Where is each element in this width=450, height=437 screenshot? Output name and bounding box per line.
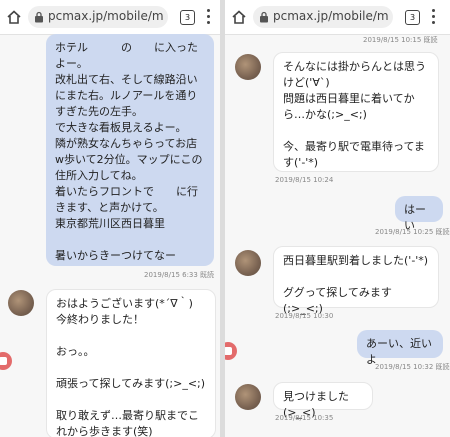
url-text: pcmax.jp/mobile/mail_r xyxy=(273,9,388,23)
message-timestamp: 2019/8/15 10:32 既読 xyxy=(375,363,450,371)
avatar xyxy=(8,290,34,316)
message-bubble-incoming: そんなには掛からんとは思うけど('∀`) 問題は西日暮里に着いてから…かな(;>… xyxy=(273,52,439,172)
home-icon[interactable] xyxy=(6,9,22,25)
overflow-menu-icon[interactable] xyxy=(207,9,211,25)
message-bubble-outgoing: あーい、近いよ xyxy=(357,330,443,366)
lock-icon xyxy=(35,11,43,23)
avatar xyxy=(235,384,261,410)
message-bubble-outgoing: ホテル の に入ったよー。 改札出て右、そして線路沿いにまた右。ルノアールを通り… xyxy=(46,34,214,266)
record-button[interactable] xyxy=(0,352,12,370)
message-timestamp: 2019/8/15 10:30 xyxy=(275,312,334,320)
screenshot-composite: pcmax.jp/mobile/mail_r 3 ホテル の に入ったよー。 改… xyxy=(0,0,450,437)
message-bubble-outgoing: はーい xyxy=(395,196,443,232)
record-button[interactable] xyxy=(225,342,237,360)
tab-switcher-button[interactable]: 3 xyxy=(405,10,420,25)
message-timestamp: 2019/8/15 10:15 既読 xyxy=(363,36,438,44)
camera-icon xyxy=(0,357,7,365)
message-timestamp: 2019/8/15 6:33 既読 xyxy=(144,271,215,279)
url-field[interactable]: pcmax.jp/mobile/mail_r xyxy=(253,6,393,28)
left-phone-screen: pcmax.jp/mobile/mail_r 3 ホテル の に入ったよー。 改… xyxy=(0,0,220,437)
message-bubble-incoming: おはようございます(*´∇｀) 今終わりました！ おっ。。 頑張って探してみます… xyxy=(46,289,216,437)
message-timestamp: 2019/8/15 10:25 既読 xyxy=(375,228,450,236)
message-bubble-incoming: 見つけました(>_<) xyxy=(273,382,373,419)
avatar xyxy=(235,54,261,80)
browser-address-bar: pcmax.jp/mobile/mail_r 3 xyxy=(0,0,220,35)
tab-switcher-button[interactable]: 3 xyxy=(180,10,195,25)
message-timestamp: 2019/8/15 10:24 xyxy=(275,176,334,184)
message-timestamp: 2019/8/15 10:35 xyxy=(275,414,334,422)
overflow-menu-icon[interactable] xyxy=(432,9,436,25)
avatar xyxy=(235,250,261,276)
right-phone-screen: pcmax.jp/mobile/mail_r 3 2019/8/15 10:15… xyxy=(225,0,450,437)
url-text: pcmax.jp/mobile/mail_r xyxy=(48,9,163,23)
browser-address-bar: pcmax.jp/mobile/mail_r 3 xyxy=(225,0,450,35)
camera-icon xyxy=(225,347,232,355)
url-field[interactable]: pcmax.jp/mobile/mail_r xyxy=(28,6,168,28)
lock-icon xyxy=(260,11,268,23)
message-bubble-incoming: 西日暮里駅到着しました('-'*) ググって探してみます(;>_<;) xyxy=(273,246,439,315)
home-icon[interactable] xyxy=(231,9,247,25)
